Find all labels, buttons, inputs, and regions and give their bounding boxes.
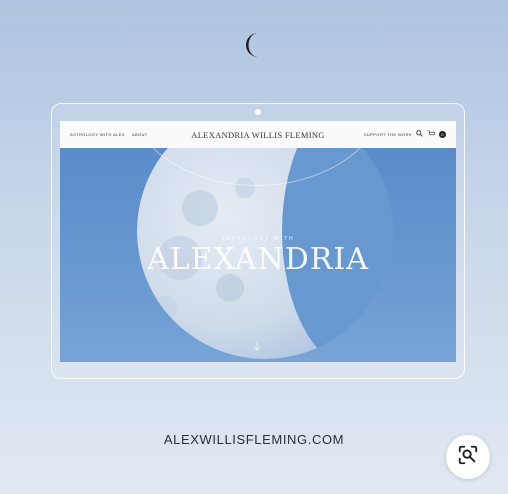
cart-icon[interactable] bbox=[427, 130, 436, 139]
laptop-mockup: ASTROLOGY WITH ALEX ABOUT ALEXANDRIA WIL… bbox=[51, 103, 465, 379]
camera-dot bbox=[255, 109, 261, 115]
crescent-moon-icon bbox=[240, 30, 272, 60]
hero-section: ASTROLOGY WITH ALEXANDRIA bbox=[60, 148, 456, 362]
search-icon[interactable] bbox=[416, 130, 423, 139]
nav-right: SUPPORT THE WORK 0 bbox=[364, 130, 446, 139]
hero-title: ALEXANDRIA bbox=[147, 242, 369, 277]
website-screen: ASTROLOGY WITH ALEX ABOUT ALEXANDRIA WIL… bbox=[60, 121, 456, 362]
website-url-caption: ALEXWILLISFLEMING.COM bbox=[163, 432, 345, 447]
visual-search-button[interactable] bbox=[446, 435, 490, 479]
nav-link-support[interactable]: SUPPORT THE WORK bbox=[364, 132, 412, 137]
arrow-down-icon[interactable] bbox=[253, 341, 261, 353]
image-search-icon bbox=[457, 444, 479, 471]
site-navbar: ASTROLOGY WITH ALEX ABOUT ALEXANDRIA WIL… bbox=[60, 121, 456, 148]
cart-count-badge: 0 bbox=[439, 131, 446, 138]
